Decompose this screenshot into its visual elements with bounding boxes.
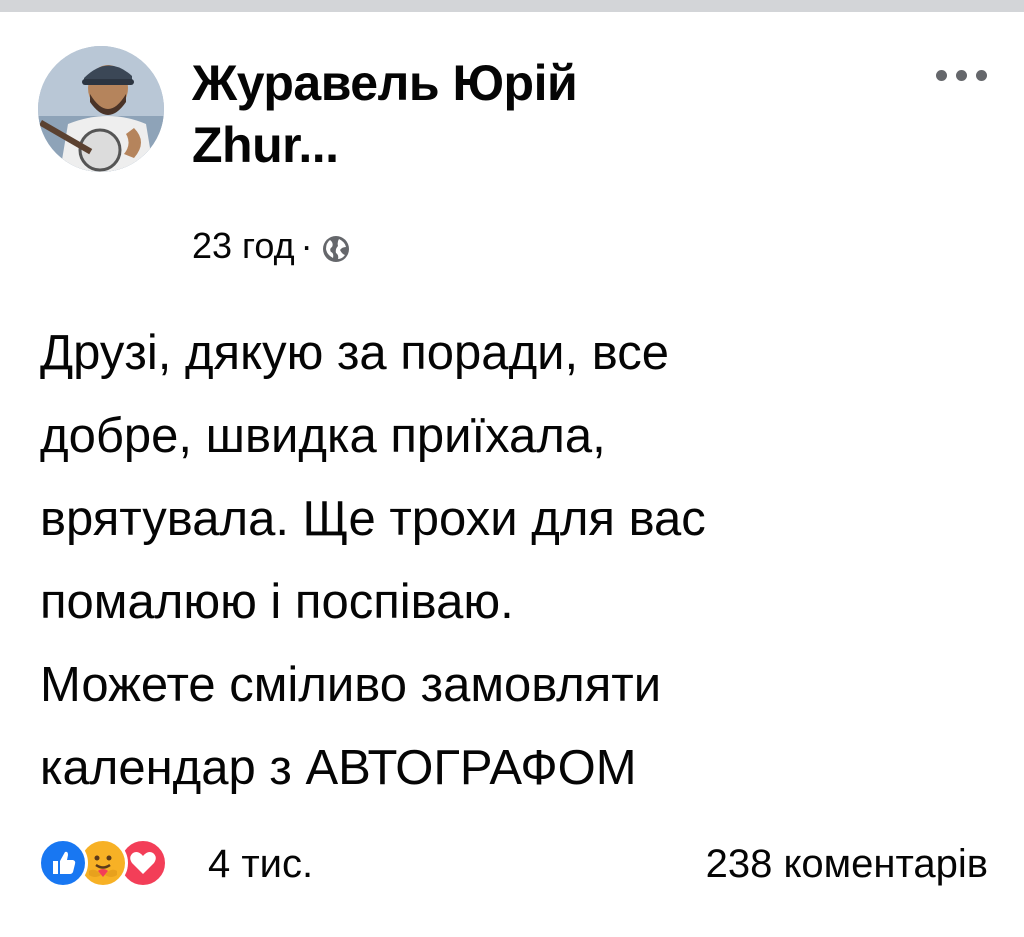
top-separator-strip (0, 0, 1024, 12)
more-dot (955, 69, 967, 81)
meta-separator: · (300, 225, 313, 266)
like-icon (38, 838, 88, 888)
globe-icon[interactable] (321, 231, 351, 262)
reaction-icons[interactable] (38, 838, 198, 890)
more-options-button[interactable] (922, 54, 1000, 96)
reactions-bar: 4 тис. 238 коментарів (38, 834, 988, 894)
more-horizontal-icon (935, 69, 947, 81)
post-text: Друзі, дякую за поради, все добре, швидк… (40, 326, 706, 795)
author-name[interactable]: Журавель Юрій Zhur... (192, 52, 712, 176)
more-dot (975, 69, 987, 81)
post-timestamp[interactable]: 23 год (192, 225, 295, 267)
reaction-count[interactable]: 4 тис. (208, 840, 313, 888)
post-meta: 23 год · (192, 224, 351, 268)
post-card: Журавель Юрій Zhur... 23 год · Друзі, дя… (0, 12, 1024, 937)
user-photo-icon (38, 46, 164, 172)
author-avatar[interactable] (38, 46, 164, 172)
comments-count[interactable]: 238 коментарів (706, 840, 988, 888)
